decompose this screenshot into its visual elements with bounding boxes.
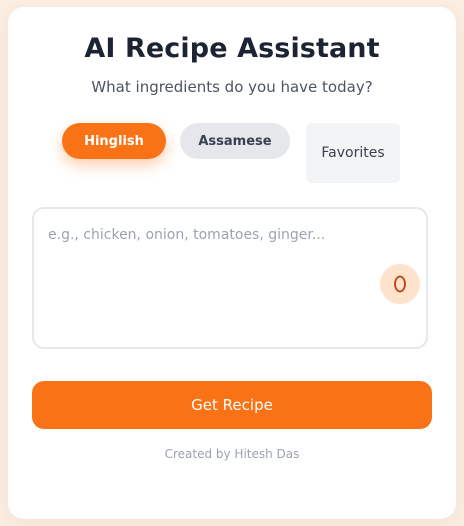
get-recipe-button[interactable]: Get Recipe	[32, 381, 432, 429]
credit-text: Created by Hitesh Das	[164, 447, 300, 461]
favorites-button[interactable]: Favorites	[306, 123, 400, 183]
microphone-icon	[394, 275, 406, 293]
recipe-card: AI Recipe Assistant What ingredients do …	[8, 7, 456, 519]
ingredients-input-box	[32, 207, 428, 349]
mic-button[interactable]	[380, 264, 420, 304]
page-title: AI Recipe Assistant	[84, 33, 380, 64]
hinglish-button[interactable]: Hinglish	[62, 123, 166, 159]
assamese-button[interactable]: Assamese	[180, 123, 290, 159]
page-subtitle: What ingredients do you have today?	[91, 78, 373, 96]
ingredients-input[interactable]	[48, 227, 378, 327]
